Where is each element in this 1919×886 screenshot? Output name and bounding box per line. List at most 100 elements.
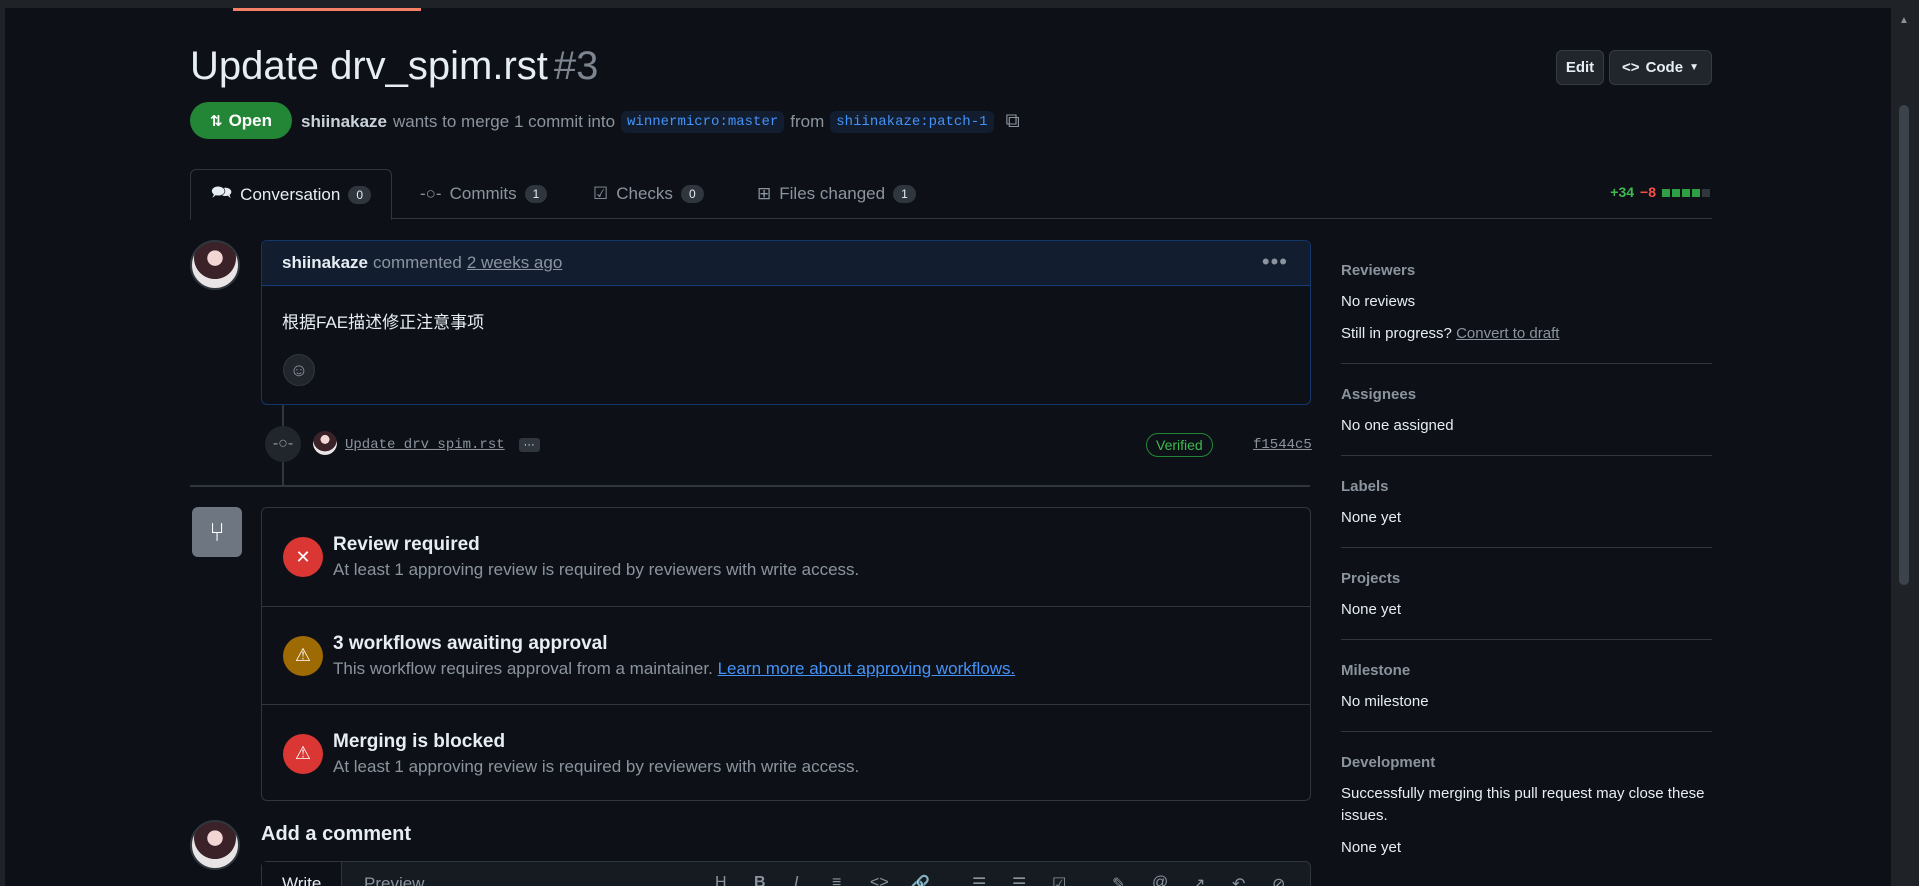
pr-sidebar: Reviewers No reviews Still in progress? … — [1341, 250, 1712, 877]
tab-counter: 0 — [348, 185, 372, 204]
slash-icon[interactable]: ⊘ — [1272, 874, 1285, 886]
code-icon[interactable]: <> — [870, 874, 889, 886]
tab-label: Commits — [449, 184, 517, 203]
merge-text: wants to merge 1 commit into — [393, 111, 616, 131]
diffstat-additions: +34 — [1610, 184, 1635, 200]
pr-meta: shiinakaze wants to merge 1 commit into … — [301, 110, 1020, 133]
commit-sha-link[interactable]: f1544c5 — [1253, 437, 1312, 453]
heading-icon[interactable]: H — [715, 874, 727, 886]
tab-commits[interactable]: -○- Commits 1 — [420, 169, 548, 219]
tab-checks[interactable]: ☑ Checks 0 — [593, 169, 704, 219]
tasklist-icon[interactable]: ☑ — [1052, 874, 1066, 886]
comment-time-link[interactable]: 2 weeks ago — [467, 253, 562, 273]
draft-hint: Still in progress? Convert to draft — [1341, 323, 1712, 345]
state-label: Open — [228, 110, 273, 130]
avatar[interactable] — [190, 240, 240, 290]
diffstat-blocks — [1662, 184, 1712, 200]
tab-counter: 1 — [524, 185, 548, 203]
check-row-workflows: ⚠ 3 workflows awaiting approval This wor… — [262, 606, 1310, 704]
diffstat-block — [1692, 189, 1700, 197]
tab-counter: 0 — [680, 185, 704, 203]
git-pull-request-icon: ⇅ — [209, 112, 223, 130]
scrollbar-thumb[interactable] — [1899, 105, 1909, 585]
comment-author-link[interactable]: shiinakaze — [282, 253, 368, 273]
sidebar-heading[interactable]: Assignees — [1341, 386, 1712, 403]
mention-icon[interactable]: @ — [1152, 874, 1168, 886]
tab-label: Files changed — [779, 184, 886, 203]
pr-author-link[interactable]: shiinakaze — [301, 112, 387, 132]
edit-button-label: Edit — [1565, 59, 1595, 76]
tab-write[interactable]: Write — [262, 862, 343, 886]
quote-icon[interactable]: ≡ — [832, 874, 841, 886]
list-ordered-icon[interactable]: ☰ — [972, 874, 986, 886]
copy-icon[interactable]: ⧉ — [1006, 110, 1020, 133]
pr-tabs: 🗪 Conversation 0 -○- Commits 1 ☑ Checks … — [190, 169, 1712, 220]
add-comment-title: Add a comment — [261, 823, 412, 845]
tab-conversation[interactable]: 🗪 Conversation 0 — [190, 169, 393, 220]
alert-icon: ⚠ — [283, 733, 323, 774]
bold-icon[interactable]: B — [754, 874, 766, 886]
sidebar-value: No one assigned — [1341, 417, 1454, 434]
diffstat-block — [1672, 189, 1680, 197]
sidebar-heading[interactable]: Projects — [1341, 570, 1712, 587]
code-icon: <> — [1622, 59, 1640, 76]
head-branch[interactable]: shiinakaze:patch-1 — [830, 110, 994, 133]
git-commit-icon: -○- — [265, 426, 301, 462]
sidebar-value: None yet — [1341, 601, 1402, 618]
check-title: Review required — [333, 534, 480, 555]
check-desc: At least 1 approving review is required … — [333, 756, 860, 776]
italic-icon[interactable]: I — [794, 874, 798, 886]
sidebar-heading[interactable]: Labels — [1341, 478, 1712, 495]
link-icon[interactable]: 🔗 — [910, 874, 930, 886]
sidebar-projects: Projects None yet — [1341, 548, 1712, 640]
sidebar-heading[interactable]: Reviewers — [1341, 262, 1712, 279]
sidebar-heading[interactable]: Development — [1341, 754, 1712, 771]
edit-button[interactable]: Edit — [1556, 50, 1604, 85]
convert-to-draft-link[interactable]: Convert to draft — [1456, 325, 1559, 342]
cross-reference-icon[interactable]: ↗ — [1192, 874, 1205, 886]
reply-icon[interactable]: ↶ — [1232, 874, 1245, 886]
list-unordered-icon[interactable]: ☰ — [1012, 874, 1026, 886]
comment-discussion-icon: 🗪 — [211, 183, 233, 202]
check-row-review-required: ✕ Review required At least 1 approving r… — [262, 508, 1310, 606]
comment-body: 根据FAE描述修正注意事项 — [282, 313, 485, 332]
tab-label: Conversation — [240, 184, 341, 204]
pr-title: Update drv_spim.rst — [190, 44, 548, 88]
scroll-up-arrow-icon[interactable]: ▲ — [1899, 16, 1909, 26]
verified-badge[interactable]: Verified — [1146, 433, 1213, 457]
check-title: Merging is blocked — [333, 730, 506, 752]
triangle-down-icon: ▼ — [1689, 62, 1699, 73]
comment-header: shiinakaze commented 2 weeks ago ••• — [262, 241, 1310, 286]
avatar[interactable] — [190, 820, 240, 870]
smiley-icon[interactable]: ☺ — [283, 354, 315, 386]
commit-entry: Update drv_spim.rst ··· — [345, 437, 540, 453]
x-icon: ✕ — [283, 537, 323, 577]
check-row-merging-blocked: ⚠ Merging is blocked At least 1 approvin… — [262, 704, 1310, 802]
commit-expand-button[interactable]: ··· — [518, 438, 540, 452]
tab-label: Checks — [616, 184, 673, 203]
paperclip-icon[interactable]: ✎ — [1112, 874, 1125, 886]
commit-message-link[interactable]: Update drv_spim.rst — [345, 437, 505, 453]
sidebar-heading[interactable]: Milestone — [1341, 662, 1712, 679]
git-merge-icon: ⑂ — [192, 507, 242, 557]
tab-files-changed[interactable]: ⊞ Files changed 1 — [757, 169, 916, 219]
check-desc: At least 1 approving review is required … — [333, 560, 860, 579]
avatar[interactable] — [313, 431, 337, 455]
learn-more-link[interactable]: Learn more about approving workflows. — [718, 659, 1016, 678]
alert-icon: ⚠ — [283, 635, 323, 676]
check-desc-text: This workflow requires approval from a m… — [333, 658, 713, 678]
tab-preview[interactable]: Preview — [344, 862, 444, 886]
timeline-divider — [190, 485, 1310, 487]
sidebar-value: No reviews — [1341, 293, 1416, 310]
kebab-horizontal-icon[interactable]: ••• — [1262, 249, 1288, 275]
base-branch[interactable]: winnermicro:master — [621, 110, 785, 133]
code-button[interactable]: <> Code ▼ — [1609, 50, 1712, 85]
sidebar-value: None yet — [1341, 509, 1402, 526]
sidebar-value: Successfully merging this pull request m… — [1341, 785, 1705, 824]
page-title: Update drv_spim.rst #3 — [190, 44, 598, 89]
sidebar-reviewers: Reviewers No reviews Still in progress? … — [1341, 250, 1712, 364]
pr-number: #3 — [553, 44, 599, 88]
sidebar-development: Development Successfully merging this pu… — [1341, 732, 1712, 877]
sidebar-labels: Labels None yet — [1341, 456, 1712, 548]
check-title: 3 workflows awaiting approval — [333, 632, 608, 654]
